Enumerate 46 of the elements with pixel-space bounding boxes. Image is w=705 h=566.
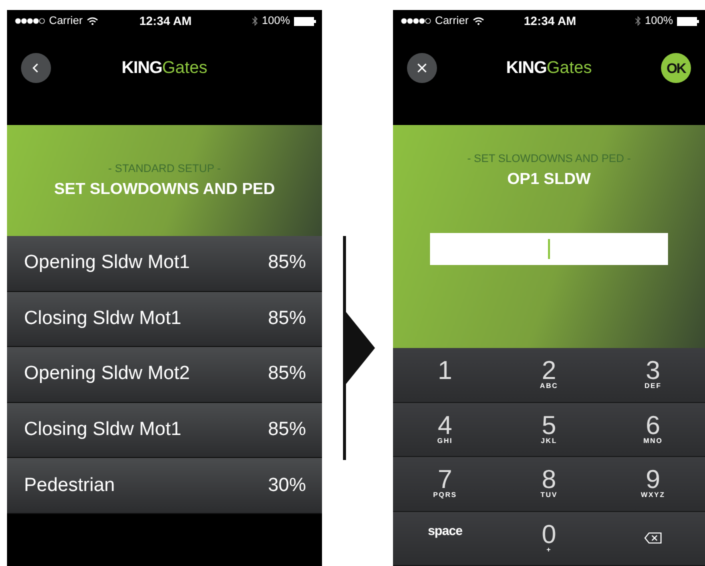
setting-value: 85% (268, 252, 306, 274)
battery-percent: 100% (644, 15, 673, 27)
setting-label: Closing Sldw Mot1 (24, 419, 182, 442)
text-cursor (548, 239, 550, 259)
setting-value: 30% (268, 474, 306, 497)
carrier-label: Carrier (49, 15, 83, 27)
logo-text: KING (506, 58, 547, 76)
setting-value: 85% (268, 363, 306, 386)
setting-row[interactable]: Opening Sldw Mot1 85% (7, 236, 322, 292)
signal-icon (15, 18, 45, 24)
setting-label: Opening Sldw Mot2 (24, 363, 190, 386)
wifi-icon (86, 17, 98, 25)
setting-row[interactable]: Closing Sldw Mot1 85% (7, 292, 322, 348)
carrier-label: Carrier (435, 15, 469, 27)
wifi-icon (472, 17, 484, 25)
backspace-icon (644, 532, 662, 544)
setting-label: Pedestrian (24, 474, 115, 497)
digit-key[interactable]: 1 (393, 348, 497, 402)
setting-value: 85% (268, 419, 306, 442)
back-button[interactable] (21, 52, 51, 82)
space-key[interactable]: space (393, 512, 497, 566)
banner-subtitle: - SET SLOWDOWNS AND PED - (467, 153, 631, 165)
input-field[interactable] (430, 233, 668, 265)
logo-text: KING (122, 58, 162, 76)
battery-icon (294, 16, 316, 26)
setting-label: Closing Sldw Mot1 (24, 308, 182, 330)
setting-value: 85% (268, 308, 306, 330)
setting-label: Opening Sldw Mot1 (24, 252, 190, 274)
status-time: 12:34 AM (524, 14, 576, 28)
setting-row[interactable]: Pedestrian 30% (7, 458, 322, 514)
setting-row[interactable]: Closing Sldw Mot1 85% (7, 402, 322, 458)
close-button[interactable] (407, 52, 437, 82)
signal-icon (401, 18, 431, 24)
bluetooth-icon (634, 16, 641, 26)
close-icon (416, 62, 428, 74)
banner-title: OP1 SLDW (507, 171, 591, 189)
ok-button[interactable]: OK (660, 52, 691, 82)
bluetooth-icon (252, 16, 258, 26)
setting-row[interactable]: Opening Sldw Mot2 85% (7, 347, 322, 403)
battery-icon (677, 16, 699, 26)
status-time: 12:34 AM (139, 14, 192, 28)
logo-text-light: Gates (162, 58, 208, 76)
battery-percent: 100% (262, 15, 290, 27)
banner-subtitle: - STANDARD SETUP - (108, 162, 221, 174)
banner-title: SET SLOWDOWNS AND PED (54, 180, 275, 198)
logo-text-light: Gates (546, 58, 592, 76)
